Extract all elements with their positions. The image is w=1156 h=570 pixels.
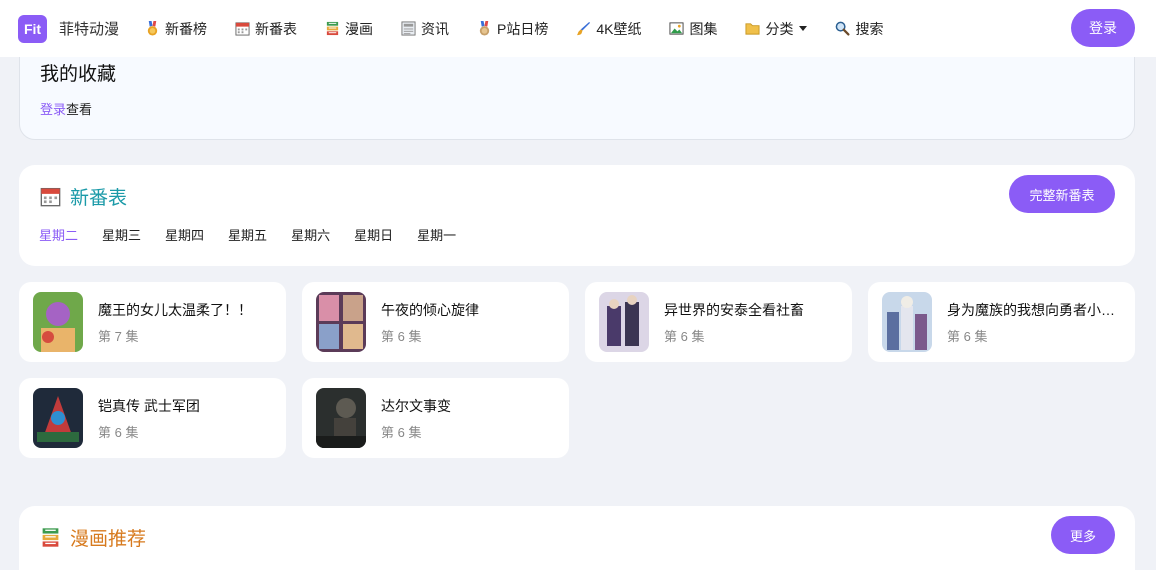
anime-card[interactable]: 达尔文事变 第 6 集 [302,378,569,458]
anime-card[interactable]: 午夜的倾心旋律 第 6 集 [302,282,569,362]
full-schedule-button[interactable]: 完整新番表 [1009,175,1115,213]
main-nav: 新番榜 新番表 漫画 资讯 P站日榜 4K壁纸 图集 分类 搜索 [145,19,911,39]
search-icon [836,21,851,36]
anime-card[interactable]: 异世界的安泰全看社畜 第 6 集 [585,282,852,362]
nav-item-news[interactable]: 资讯 [401,19,449,39]
tab-wednesday[interactable]: 星期三 [102,225,141,244]
calendar-icon [40,187,61,207]
favorites-login-hint: 登录查看 [40,99,92,118]
new-anime-schedule-card: 新番表 完整新番表 星期二 星期三 星期四 星期五 星期六 星期日 星期一 [19,165,1135,266]
schedule-title: 新番表 [70,188,128,209]
anime-title: 异世界的安泰全看社畜 [664,302,804,318]
tab-tuesday[interactable]: 星期二 [39,225,78,244]
manga-heading: 漫画推荐 [40,524,146,551]
folder-icon [745,23,761,35]
anime-cover [316,292,366,352]
top-navigation-bar: Fit 菲特动漫 新番榜 新番表 漫画 资讯 P站日榜 4K壁纸 图集 分类 搜… [0,0,1156,57]
tab-sunday[interactable]: 星期日 [354,225,393,244]
books-icon [42,528,59,547]
tab-saturday[interactable]: 星期六 [291,225,330,244]
nav-label: 图集 [689,20,718,37]
anime-title: 午夜的倾心旋律 [381,302,479,318]
nav-label: 搜索 [855,20,884,37]
tab-monday[interactable]: 星期一 [417,225,456,244]
nav-item-categories-dropdown[interactable]: 分类 [745,19,808,39]
anime-cover [599,292,649,352]
newspaper-icon [401,21,416,36]
more-button[interactable]: 更多 [1051,516,1115,554]
chevron-down-icon [799,26,808,31]
anime-title: 铠真传 武士军团 [98,398,200,414]
favorites-title: 我的收藏 [40,64,117,85]
anime-cover [316,388,366,448]
anime-card[interactable]: 铠真传 武士军团 第 6 集 [19,378,286,458]
nav-item-new-anime-ranking[interactable]: 新番榜 [145,19,207,39]
anime-episode: 第 6 集 [98,425,139,440]
anime-episode: 第 6 集 [664,329,705,344]
nav-item-new-anime-schedule[interactable]: 新番表 [235,19,297,39]
tab-thursday[interactable]: 星期四 [165,225,204,244]
paintbrush-icon [577,21,591,36]
medal-icon [147,21,158,36]
nav-label: 漫画 [345,20,374,37]
tab-friday[interactable]: 星期五 [228,225,267,244]
favorites-login-link[interactable]: 登录 [40,102,66,117]
nav-item-4k-wallpaper[interactable]: 4K壁纸 [576,19,641,39]
nav-item-search[interactable]: 搜索 [835,19,883,39]
anime-card[interactable]: 身为魔族的我想向勇者小队的跟班 第 6 集 [868,282,1135,362]
anime-card[interactable]: 魔王的女儿太温柔了！！ 第 7 集 [19,282,286,362]
schedule-heading: 新番表 [40,183,127,210]
anime-title: 身为魔族的我想向勇者小队的跟班 [947,302,1123,318]
weekday-tabs: 星期二 星期三 星期四 星期五 星期六 星期日 星期一 [39,225,480,244]
anime-episode: 第 7 集 [98,329,139,344]
nav-item-manga[interactable]: 漫画 [325,19,373,39]
nav-label: 新番表 [255,20,298,37]
logo-badge: Fit [18,14,47,43]
medal-icon [479,21,490,36]
nav-item-gallery[interactable]: 图集 [669,19,717,39]
anime-cover [882,292,932,352]
picture-icon [669,22,685,35]
nav-item-pixiv-daily[interactable]: P站日榜 [477,19,548,39]
nav-label: 资讯 [421,20,450,37]
site-name: 菲特动漫 [59,21,120,38]
nav-label: 分类 [765,20,794,37]
calendar-icon [235,22,250,36]
anime-episode: 第 6 集 [947,329,988,344]
anime-title: 达尔文事变 [381,398,451,414]
login-button[interactable]: 登录 [1071,9,1135,47]
favorites-hint-text: 查看 [66,102,93,117]
nav-label: 新番榜 [165,20,208,37]
anime-cover [33,388,83,448]
manga-title: 漫画推荐 [70,529,147,550]
site-logo[interactable]: Fit 菲特动漫 [18,14,120,43]
anime-episode: 第 6 集 [381,329,422,344]
anime-cover [33,292,83,352]
anime-title: 魔王的女儿太温柔了！！ [98,302,252,318]
anime-episode: 第 6 集 [381,425,422,440]
nav-label: 4K壁纸 [596,20,642,37]
nav-label: P站日榜 [497,20,549,37]
manga-recommendation-card: 漫画推荐 更多 [19,506,1135,570]
books-icon [326,21,339,36]
